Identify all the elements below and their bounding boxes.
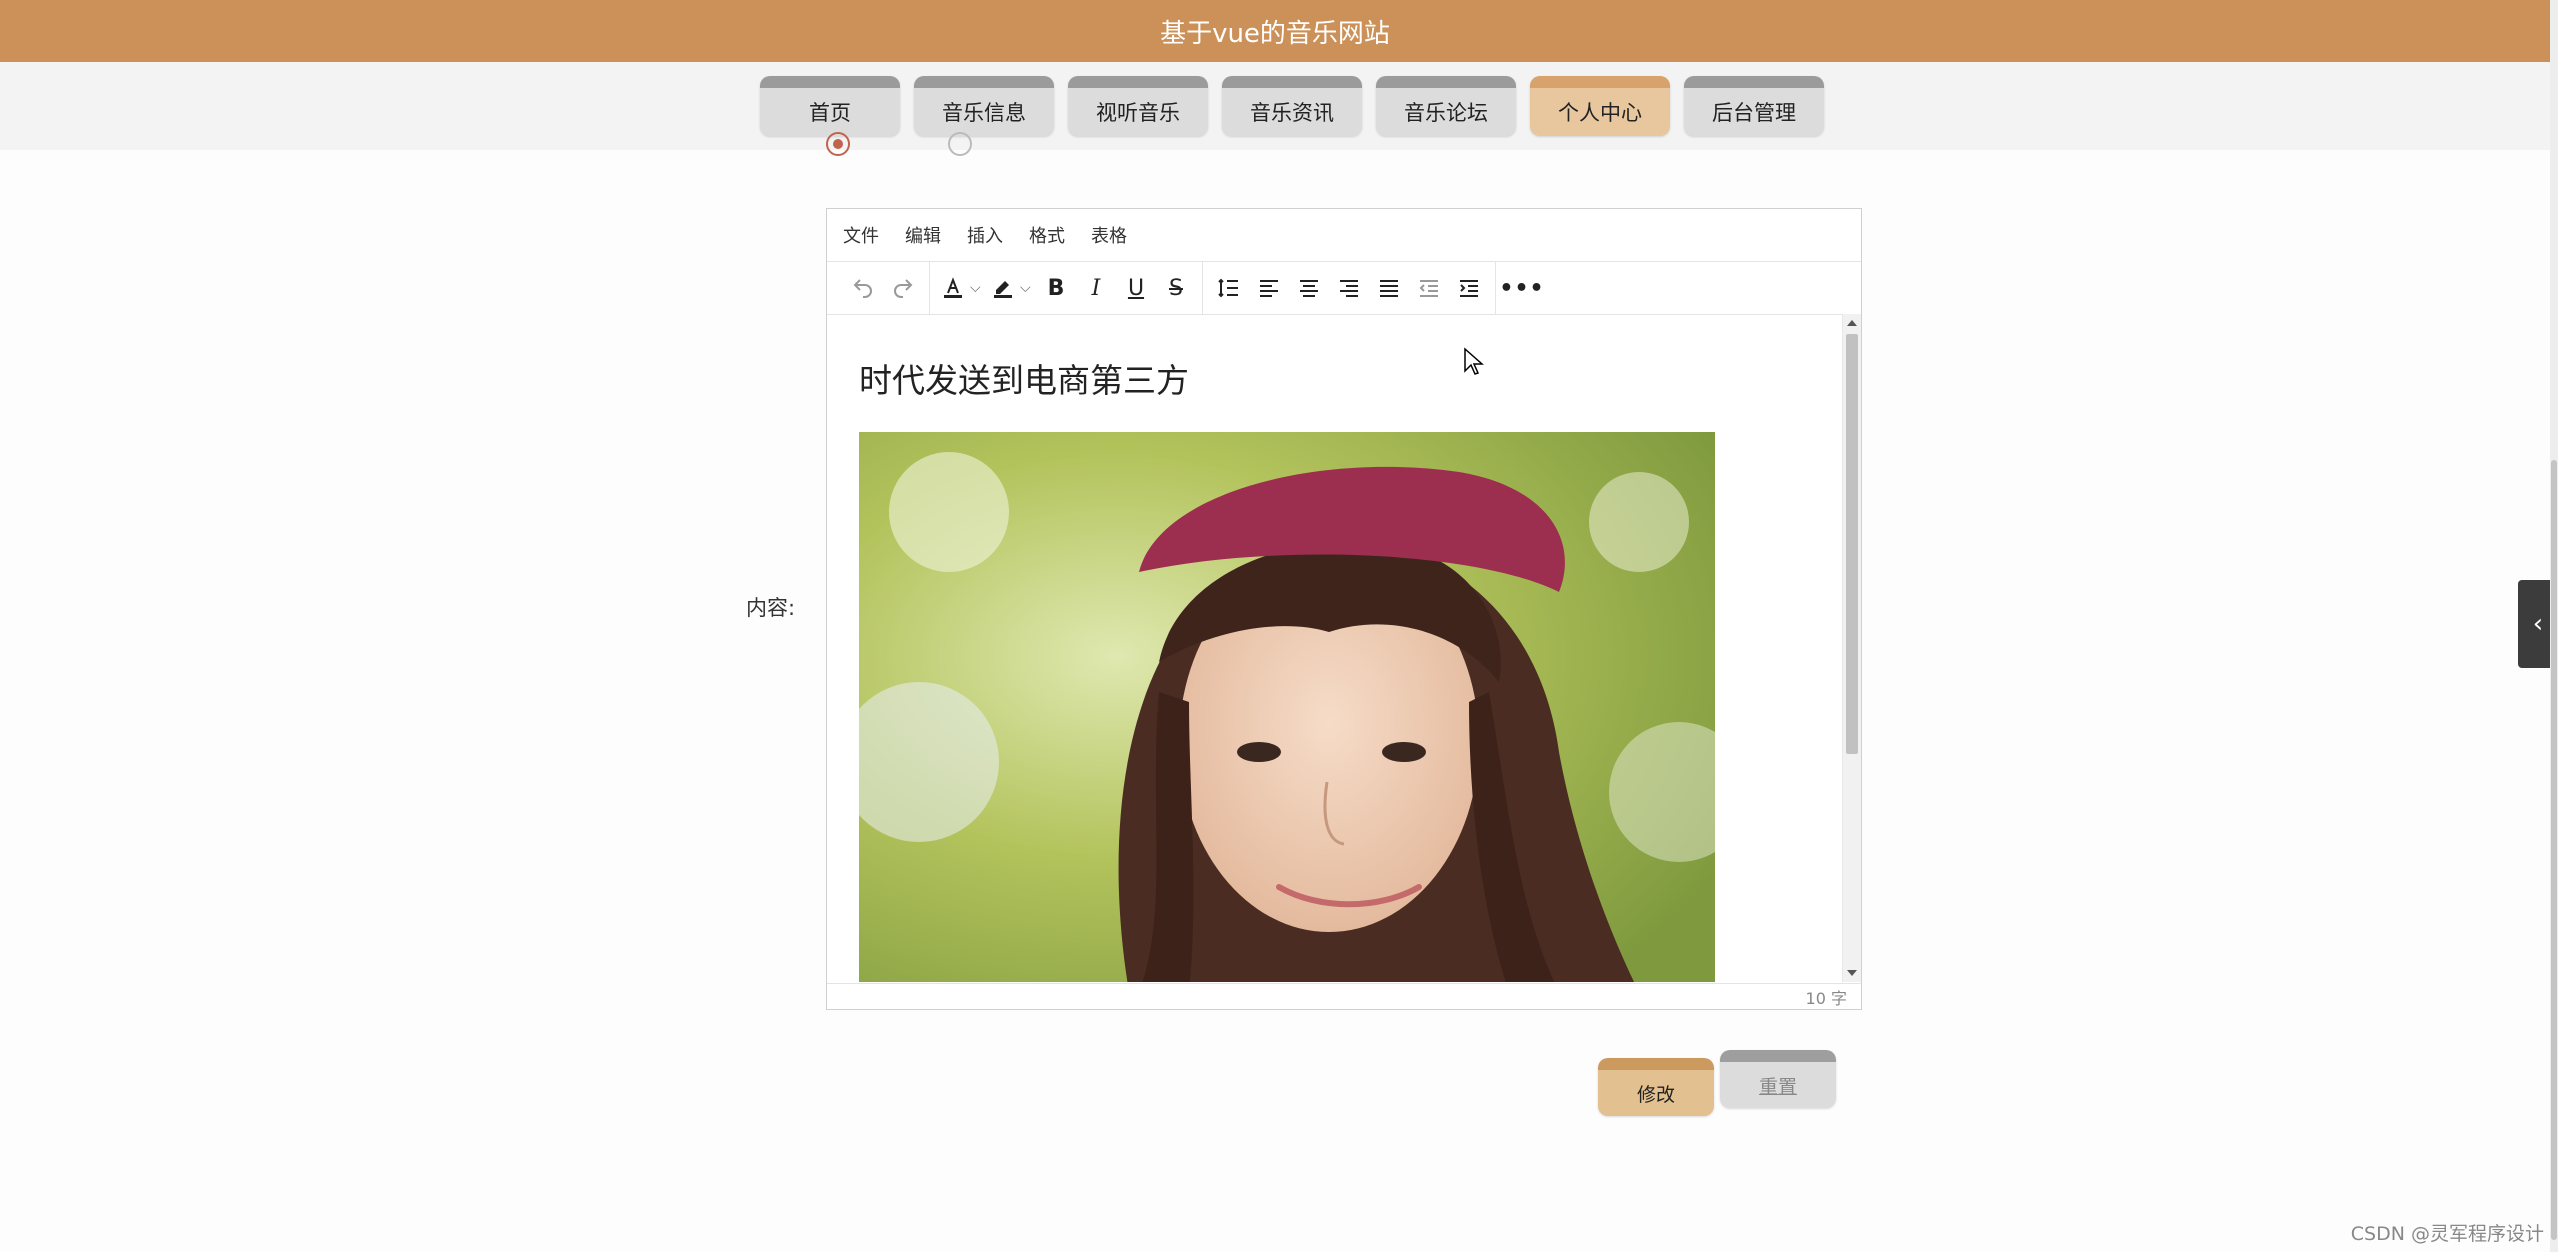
editor-scrollbar[interactable] [1842, 314, 1861, 982]
editor-content-area[interactable]: 时代发送到电商第三方 [827, 314, 1845, 982]
rich-text-editor: 文件 编辑 插入 格式 表格 ⌵ ⌵ B I U S ••• 时代发送到电商第三… [826, 208, 1862, 1010]
nav-tab-music-forum[interactable]: 音乐论坛 [1376, 76, 1516, 136]
nav-tab-admin[interactable]: 后台管理 [1684, 76, 1824, 136]
redo-icon[interactable] [883, 268, 923, 308]
page-scroll-thumb[interactable] [2551, 460, 2557, 1240]
modify-button[interactable]: 修改 [1598, 1058, 1714, 1116]
align-justify-icon[interactable] [1369, 268, 1409, 308]
chevron-down-icon[interactable]: ⌵ [970, 280, 986, 296]
line-height-icon[interactable] [1209, 268, 1249, 308]
outdent-icon[interactable] [1409, 268, 1449, 308]
portrait-image [859, 432, 1715, 982]
menu-format[interactable]: 格式 [1029, 222, 1065, 248]
scroll-down-icon[interactable] [1847, 970, 1857, 976]
radio-private[interactable] [948, 132, 972, 156]
editor-statusbar: 10 字 [827, 983, 1861, 1009]
mouse-cursor-icon [1464, 347, 1484, 375]
watermark: CSDN @灵军程序设计 [2350, 1223, 2544, 1245]
underline-icon[interactable]: U [1116, 268, 1156, 308]
font-color-icon[interactable] [936, 268, 970, 308]
reset-button[interactable]: 重置 [1720, 1050, 1836, 1108]
menu-insert[interactable]: 插入 [967, 222, 1003, 248]
scroll-up-icon[interactable] [1847, 320, 1857, 326]
strikethrough-icon[interactable]: S [1156, 268, 1196, 308]
more-icon[interactable]: ••• [1499, 268, 1543, 308]
type-radio-row [740, 132, 980, 156]
menu-table[interactable]: 表格 [1091, 222, 1127, 248]
scroll-thumb[interactable] [1846, 334, 1858, 754]
chevron-left-icon: ‹ [2532, 609, 2544, 639]
editor-toolbar: ⌵ ⌵ B I U S ••• [827, 262, 1861, 315]
page-scrollbar[interactable] [2550, 0, 2558, 1252]
main-nav: 首页 音乐信息 视听音乐 音乐资讯 音乐论坛 个人中心 后台管理 [0, 62, 2550, 150]
site-header: 基于vue的音乐网站 [0, 0, 2550, 62]
editor-menubar: 文件 编辑 插入 格式 表格 [827, 209, 1861, 262]
menu-edit[interactable]: 编辑 [905, 222, 941, 248]
nav-tab-personal-center[interactable]: 个人中心 [1530, 76, 1670, 136]
menu-file[interactable]: 文件 [843, 222, 879, 248]
site-title: 基于vue的音乐网站 [1160, 18, 1390, 49]
chevron-down-icon[interactable]: ⌵ [1020, 280, 1036, 296]
nav-tab-music-info[interactable]: 音乐信息 [914, 76, 1054, 136]
highlight-icon[interactable] [986, 268, 1020, 308]
undo-icon[interactable] [843, 268, 883, 308]
align-right-icon[interactable] [1329, 268, 1369, 308]
radio-public[interactable] [826, 132, 850, 156]
align-left-icon[interactable] [1249, 268, 1289, 308]
bold-icon[interactable]: B [1036, 268, 1076, 308]
indent-icon[interactable] [1449, 268, 1489, 308]
word-count: 10 字 [1805, 988, 1847, 1008]
nav-tab-home[interactable]: 首页 [760, 76, 900, 136]
content-label: 内容: [746, 596, 796, 620]
nav-tab-listen-music[interactable]: 视听音乐 [1068, 76, 1208, 136]
nav-tab-music-news[interactable]: 音乐资讯 [1222, 76, 1362, 136]
italic-icon[interactable]: I [1076, 268, 1116, 308]
align-center-icon[interactable] [1289, 268, 1329, 308]
content-heading: 时代发送到电商第三方 [859, 361, 1189, 400]
